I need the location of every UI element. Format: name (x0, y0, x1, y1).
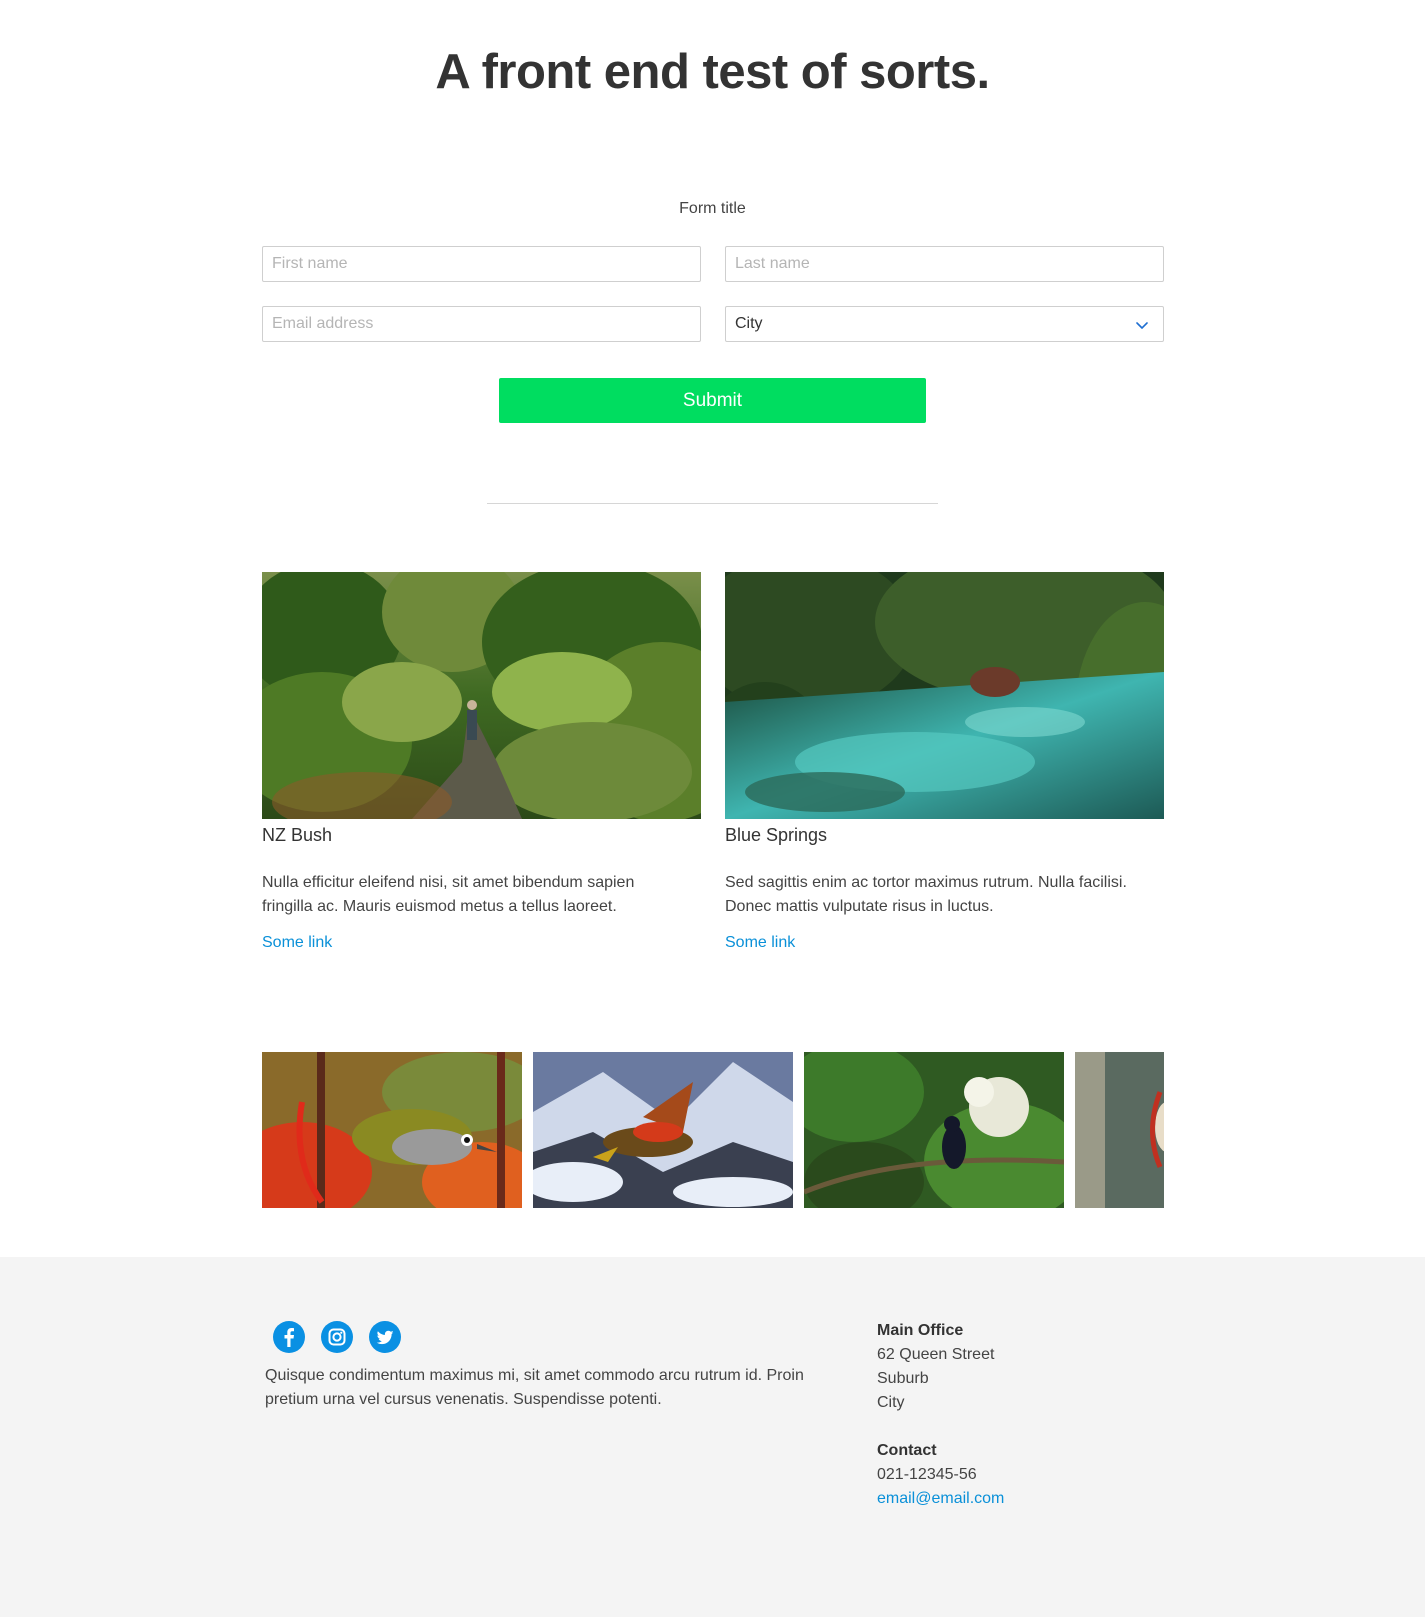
city-select[interactable]: City (725, 306, 1164, 342)
twitter-icon[interactable] (369, 1321, 401, 1353)
card-text: Nulla efficitur eleifend nisi, sit amet … (262, 874, 635, 915)
submit-button[interactable]: Submit (499, 378, 926, 423)
city-select-value: City (735, 315, 763, 332)
first-name-input[interactable] (262, 246, 701, 282)
card-nz-bush: NZ Bush Nulla efficitur eleifend nisi, s… (262, 572, 701, 951)
nz-bush-photo (262, 572, 701, 819)
gallery-image-kea[interactable] (533, 1052, 793, 1208)
page-heading: A front end test of sorts. (435, 45, 990, 99)
gallery-image-tui[interactable] (804, 1052, 1064, 1208)
form-title: Form title (679, 200, 746, 217)
footer: Quisque condimentum maximus mi, sit amet… (0, 1257, 1425, 1617)
last-name-input[interactable] (725, 246, 1164, 282)
card-link[interactable]: Some link (725, 934, 795, 952)
blue-springs-photo (725, 572, 1164, 819)
section-divider (487, 503, 938, 504)
gallery-image-silvereye[interactable] (262, 1052, 522, 1208)
card-link[interactable]: Some link (262, 934, 332, 952)
facebook-icon[interactable] (273, 1321, 305, 1353)
office-heading: Main Office (877, 1322, 964, 1339)
address-line: City (877, 1394, 905, 1411)
instagram-icon[interactable] (321, 1321, 353, 1353)
contact-phone: 021-12345-56 (877, 1466, 977, 1483)
bird-gallery[interactable] (262, 1052, 1164, 1208)
address-line: 62 Queen Street (877, 1346, 995, 1363)
footer-description: Quisque condimentum maximus mi, sit amet… (265, 1367, 804, 1408)
card-text: Sed sagittis enim ac tortor maximus rutr… (725, 874, 1127, 915)
email-input[interactable] (262, 306, 701, 342)
address-line: Suburb (877, 1370, 929, 1387)
card-blue-springs: Blue Springs Sed sagittis enim ac tortor… (725, 572, 1164, 951)
chevron-down-icon (1136, 322, 1148, 329)
card-title: NZ Bush (262, 825, 333, 845)
card-title: Blue Springs (725, 825, 828, 845)
contact-email-link[interactable]: email@email.com (877, 1487, 1004, 1511)
contact-heading: Contact (877, 1442, 937, 1459)
gallery-image-partial[interactable] (1075, 1052, 1164, 1208)
